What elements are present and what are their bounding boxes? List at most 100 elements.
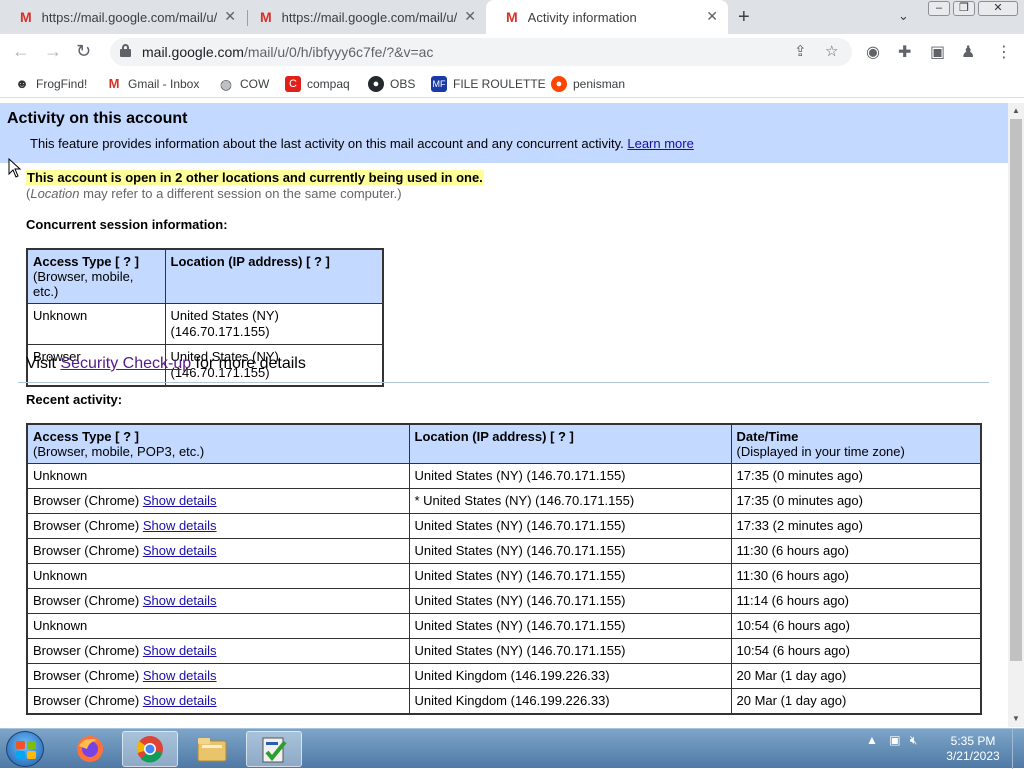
access-type-text: Browser (Chrome) [33,693,140,708]
learn-more-link[interactable]: Learn more [627,136,693,151]
table-row: Browser (Chrome) Show details United Stat… [26,588,982,614]
show-details-link[interactable]: Show details [143,668,217,683]
show-details-link[interactable]: Show details [143,518,217,533]
back-arrow-icon[interactable]: ← [12,41,30,62]
location-cell: United States (NY) (146.70.171.155) [408,563,732,589]
table-row: Browser (Chrome) Show details United Stat… [26,538,982,564]
bookmark-label: Gmail - Inbox [128,77,200,91]
bookmark-cow[interactable]: ◍ COW [218,76,269,92]
reload-icon[interactable]: ↻ [76,41,91,62]
share-icon[interactable]: ⇪ [794,42,807,60]
show-details-link[interactable]: Show details [143,643,217,658]
compaq-icon: C [285,76,301,92]
extension-circle-icon[interactable]: ◉ [866,42,880,62]
show-details-link[interactable]: Show details [143,693,217,708]
scrollbar-thumb[interactable] [1010,119,1022,661]
page-viewport: Activity on this account This feature pr… [0,103,1008,727]
date-time-cell: 11:30 (6 hours ago) [730,563,982,589]
column-header-access-type: Access Type [ ? ] (Browser, mobile, etc.… [26,248,166,304]
address-bar[interactable]: mail.google.com/mail/u/0/h/ibfyyy6c7fe/?… [110,38,852,66]
table-row: Browser (Chrome) Show details United Stat… [26,638,982,664]
bookmark-frogfind[interactable]: ☻ FrogFind! [14,76,87,92]
tab-gmail-1[interactable]: M https://mail.google.com/mail/u/0 ✕ [0,0,246,34]
windows-logo-icon [16,741,36,759]
date-time-cell: 17:33 (2 minutes ago) [730,513,982,539]
side-panel-icon[interactable]: ▣ [930,42,945,62]
access-type-text: Unknown [33,568,88,583]
tab-title: https://mail.google.com/mail/u/0 [41,9,217,25]
feature-description: This feature provides information about … [30,136,694,151]
gmail-icon: M [506,9,518,25]
close-tab-icon[interactable]: ✕ [464,8,476,25]
tab-search-chevron-icon[interactable]: ⌄ [898,8,909,24]
table-row: Unknown United States (NY) (146.70.171.15… [26,563,982,589]
volume-muted-icon[interactable]: 🔇︎ [910,733,918,747]
bookmark-compaq[interactable]: C compaq [285,76,350,92]
date-time-cell: 11:30 (6 hours ago) [730,538,982,564]
close-window-icon[interactable]: ✕ [978,1,1018,16]
bookmark-label: compaq [307,77,350,91]
bookmark-file-roulette[interactable]: MF FILE ROULETTE [431,76,546,92]
bookmark-label: OBS [390,77,416,91]
vertical-scrollbar[interactable]: ▲ ▼ [1008,103,1024,727]
show-hidden-icons-icon[interactable]: ▲ [866,733,878,747]
bookmark-label: FrogFind! [36,77,88,91]
clock-time: 5:35 PM [950,734,996,748]
bookmark-gmail-inbox[interactable]: M Gmail - Inbox [106,76,200,92]
date-time-cell: 11:14 (6 hours ago) [730,588,982,614]
security-checkup-link[interactable]: Security Check-up [60,355,191,372]
gmail-icon: M [108,76,120,91]
github-icon: ● [368,76,384,92]
recent-activity-table: Access Type [ ? ] (Browser, mobile, POP3… [26,423,982,715]
table-row: Browser (Chrome) Show details * United St… [26,488,982,514]
column-header-access-type: Access Type [ ? ] (Browser, mobile, POP3… [26,423,410,464]
url-text[interactable]: mail.google.com/mail/u/0/h/ibfyyy6c7fe/?… [142,44,433,60]
close-tab-icon[interactable]: ✕ [706,8,718,25]
location-cell: United Kingdom (146.199.226.33) [408,688,732,715]
profile-avatar-icon[interactable]: ♟ [961,42,975,62]
header-band: Activity on this account This feature pr… [0,103,1008,163]
bookmark-penisman[interactable]: ● penisman [551,76,625,92]
system-clock[interactable]: 5:35 PM 3/21/2023 [938,734,1008,764]
location-cell: United States (NY) (146.70.171.155) [408,463,732,489]
bookmark-label: penisman [573,77,626,91]
bookmark-label: COW [240,77,270,91]
tab-activity-information[interactable]: M Activity information ✕ [486,0,728,34]
minimize-icon[interactable]: – [928,1,950,16]
tab-gmail-2[interactable]: M https://mail.google.com/mail/u/0 ✕ [240,0,486,34]
location-note: (Location may refer to a different sessi… [26,186,402,201]
access-type-cell: Unknown [26,303,166,345]
taskbar-file-explorer[interactable] [184,731,240,767]
show-details-link[interactable]: Show details [143,543,217,558]
show-details-link[interactable]: Show details [143,493,217,508]
location-cell: * United States (NY) (146.70.171.155) [408,488,732,514]
scroll-down-icon[interactable]: ▼ [1012,714,1020,723]
network-icon[interactable]: ▣ [889,733,900,747]
bookmark-star-icon[interactable]: ☆ [825,42,838,60]
close-tab-icon[interactable]: ✕ [224,8,236,25]
lock-icon[interactable] [120,44,131,57]
location-cell: United States (NY) (146.70.171.155) [408,588,732,614]
bookmark-obs[interactable]: ● OBS [368,76,415,92]
chrome-icon [136,736,163,763]
table-row: Unknown United States (NY) (146.70.171.15… [26,463,982,489]
tab-title: https://mail.google.com/mail/u/0 [281,9,457,25]
reddit-icon: ● [551,76,567,92]
restore-icon[interactable]: ❐ [953,1,975,16]
menu-kebab-icon[interactable]: ⋮ [996,42,1012,62]
access-type-text: Browser (Chrome) [33,543,140,558]
start-button[interactable] [6,731,44,767]
taskbar-checklist-app[interactable] [246,731,302,767]
system-tray: ▲ ▣ 🔇︎ [866,733,917,748]
bookmarks-bar: ☻ FrogFind! M Gmail - Inbox ◍ COW C comp… [0,70,1024,98]
date-time-cell: 10:54 (6 hours ago) [730,638,982,664]
taskbar-chrome[interactable] [122,731,178,767]
scroll-up-icon[interactable]: ▲ [1012,106,1020,115]
new-tab-icon[interactable]: + [738,6,750,29]
taskbar-firefox[interactable] [62,731,118,767]
puzzle-extensions-icon[interactable]: ✚ [898,42,911,62]
show-desktop-button[interactable] [1012,729,1024,769]
date-time-cell: 17:35 (0 minutes ago) [730,463,982,489]
forward-arrow-icon[interactable]: → [44,41,62,62]
show-details-link[interactable]: Show details [143,593,217,608]
